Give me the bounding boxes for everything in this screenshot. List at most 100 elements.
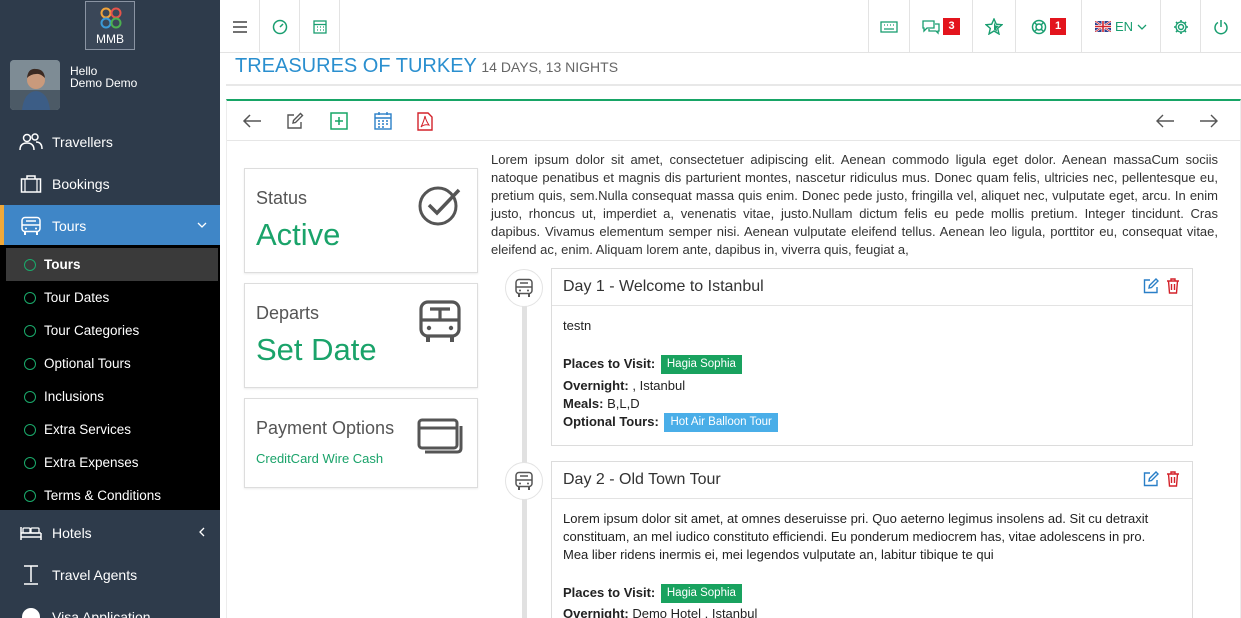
status-value: Active bbox=[256, 217, 341, 252]
meals-label: Meals: bbox=[563, 396, 604, 411]
tour-detail-card: Status Active Departs Set Date Payment O… bbox=[226, 99, 1241, 618]
status-box: Status Active bbox=[244, 168, 478, 273]
arrow-left-icon bbox=[242, 114, 261, 128]
submenu-item-tours[interactable]: Tours bbox=[6, 248, 218, 281]
keyboard-button[interactable] bbox=[868, 0, 909, 53]
edit-icon[interactable] bbox=[1143, 278, 1159, 294]
day-body: Lorem ipsum dolor sit amet, at omnes des… bbox=[552, 499, 1192, 618]
avatar[interactable] bbox=[10, 60, 60, 110]
places-label: Places to Visit: bbox=[563, 355, 656, 371]
circle-icon bbox=[24, 489, 36, 502]
place-tag[interactable]: Hagia Sophia bbox=[660, 355, 742, 374]
sidebar-item-label: Travellers bbox=[52, 134, 113, 150]
meals-row: Meals: B,L,D bbox=[563, 396, 640, 411]
calendar-button[interactable] bbox=[300, 0, 340, 53]
trash-icon[interactable] bbox=[1166, 471, 1180, 487]
timeline-bus-icon bbox=[505, 462, 543, 500]
star-icon bbox=[985, 18, 1003, 35]
sidebar-item-label: Hotels bbox=[52, 525, 92, 541]
sidebar-item-travel-agents[interactable]: Travel Agents bbox=[0, 554, 220, 596]
chat-icon bbox=[922, 19, 941, 35]
favorites-button[interactable] bbox=[972, 0, 1015, 53]
edit-tour-button[interactable] bbox=[284, 110, 306, 132]
circle-icon bbox=[24, 357, 36, 370]
divider bbox=[226, 84, 1241, 86]
app-logo[interactable]: MMB bbox=[85, 1, 135, 50]
submenu-item-extra-expenses[interactable]: Extra Expenses bbox=[6, 446, 218, 479]
back-button[interactable] bbox=[241, 110, 263, 132]
chevron-down-icon bbox=[1137, 24, 1147, 30]
settings-button[interactable] bbox=[1160, 0, 1200, 53]
hamburger-button[interactable] bbox=[220, 0, 260, 53]
chevron-left-icon bbox=[199, 527, 205, 537]
support-button[interactable]: 1 bbox=[1015, 0, 1081, 53]
submenu-item-terms[interactable]: Terms & Conditions bbox=[6, 479, 218, 512]
plus-square-icon bbox=[330, 112, 348, 130]
day-body: testn Places to Visit: Hagia Sophia Over… bbox=[552, 306, 1192, 446]
tour-dates-button[interactable] bbox=[372, 110, 394, 132]
sidebar-item-tours[interactable]: Tours bbox=[0, 205, 220, 247]
credit-card-icon bbox=[417, 418, 463, 454]
sidebar-item-hotels[interactable]: Hotels bbox=[0, 512, 220, 554]
trash-icon[interactable] bbox=[1166, 278, 1180, 294]
logout-button[interactable] bbox=[1200, 0, 1241, 53]
submenu-item-extra-services[interactable]: Extra Services bbox=[6, 413, 218, 446]
edit-icon bbox=[287, 112, 304, 129]
language-selector[interactable]: EN bbox=[1081, 0, 1160, 53]
bed-icon bbox=[18, 522, 44, 544]
submenu-item-label: Terms & Conditions bbox=[44, 488, 162, 503]
circle-icon bbox=[24, 324, 36, 337]
places-label: Places to Visit: bbox=[563, 584, 656, 600]
bus-icon bbox=[419, 300, 461, 342]
user-greeting: Hello Demo Demo bbox=[70, 65, 137, 89]
globe-icon bbox=[18, 606, 44, 618]
next-tour-button[interactable] bbox=[1198, 110, 1220, 132]
submenu-item-inclusions[interactable]: Inclusions bbox=[6, 380, 218, 413]
day-card: Day 1 - Welcome to Istanbul testn Places… bbox=[551, 268, 1193, 446]
submenu-item-tour-categories[interactable]: Tour Categories bbox=[6, 314, 218, 347]
language-label: EN bbox=[1114, 19, 1134, 34]
messages-button[interactable]: 3 bbox=[909, 0, 972, 53]
overnight-row: Overnight: Demo Hotel , Istanbul bbox=[563, 606, 757, 618]
departs-value[interactable]: Set Date bbox=[256, 332, 377, 368]
logo-text: MMB bbox=[96, 32, 124, 46]
payment-box: Payment Options CreditCard Wire Cash bbox=[244, 398, 478, 488]
overnight-value: , Istanbul bbox=[632, 378, 686, 393]
calendar-icon bbox=[374, 112, 392, 130]
places-row: Places to Visit: Hagia Sophia bbox=[563, 355, 742, 374]
optional-label: Optional Tours: bbox=[563, 413, 659, 429]
submenu-item-optional-tours[interactable]: Optional Tours bbox=[6, 347, 218, 380]
place-tag[interactable]: Hagia Sophia bbox=[660, 584, 742, 603]
card-toolbar bbox=[227, 101, 1240, 141]
day-text: constituam, an mel iudico constituto eff… bbox=[563, 529, 1146, 544]
previous-tour-button[interactable] bbox=[1154, 110, 1176, 132]
keyboard-icon bbox=[880, 20, 898, 33]
submenu-item-label: Extra Services bbox=[44, 422, 132, 437]
add-day-button[interactable] bbox=[328, 110, 350, 132]
circle-icon bbox=[24, 291, 36, 304]
payment-value: CreditCard Wire Cash bbox=[256, 451, 384, 466]
day-text: testn bbox=[563, 318, 592, 333]
sidebar-item-travellers[interactable]: Travellers bbox=[0, 121, 220, 163]
page-title: TREASURES OF TURKEY 14 DAYS, 13 NIGHTS bbox=[235, 55, 618, 80]
timeline-bus-icon bbox=[505, 269, 543, 307]
edit-icon[interactable] bbox=[1143, 471, 1159, 487]
logo-rings-icon bbox=[100, 7, 122, 29]
messages-badge: 3 bbox=[943, 18, 960, 35]
user-name: Demo Demo bbox=[70, 76, 138, 90]
sidebar-item-label: Visa Application bbox=[52, 609, 151, 618]
users-icon bbox=[18, 131, 44, 153]
calendar-icon bbox=[312, 20, 327, 34]
sidebar-item-label: Bookings bbox=[52, 176, 110, 192]
places-row: Places to Visit: Hagia Sophia bbox=[563, 584, 742, 603]
dashboard-button[interactable] bbox=[260, 0, 300, 53]
support-badge: 1 bbox=[1049, 18, 1067, 35]
tour-duration: 14 DAYS, 13 NIGHTS bbox=[481, 59, 619, 75]
arrow-left-icon bbox=[1156, 114, 1174, 128]
sidebar-item-visa[interactable]: Visa Application bbox=[0, 596, 220, 618]
day-text: Lorem ipsum dolor sit amet, at omnes des… bbox=[563, 511, 1149, 526]
optional-tour-tag[interactable]: Hot Air Balloon Tour bbox=[664, 413, 778, 432]
export-pdf-button[interactable] bbox=[414, 110, 436, 132]
submenu-item-tour-dates[interactable]: Tour Dates bbox=[6, 281, 218, 314]
sidebar-item-bookings[interactable]: Bookings bbox=[0, 163, 220, 205]
